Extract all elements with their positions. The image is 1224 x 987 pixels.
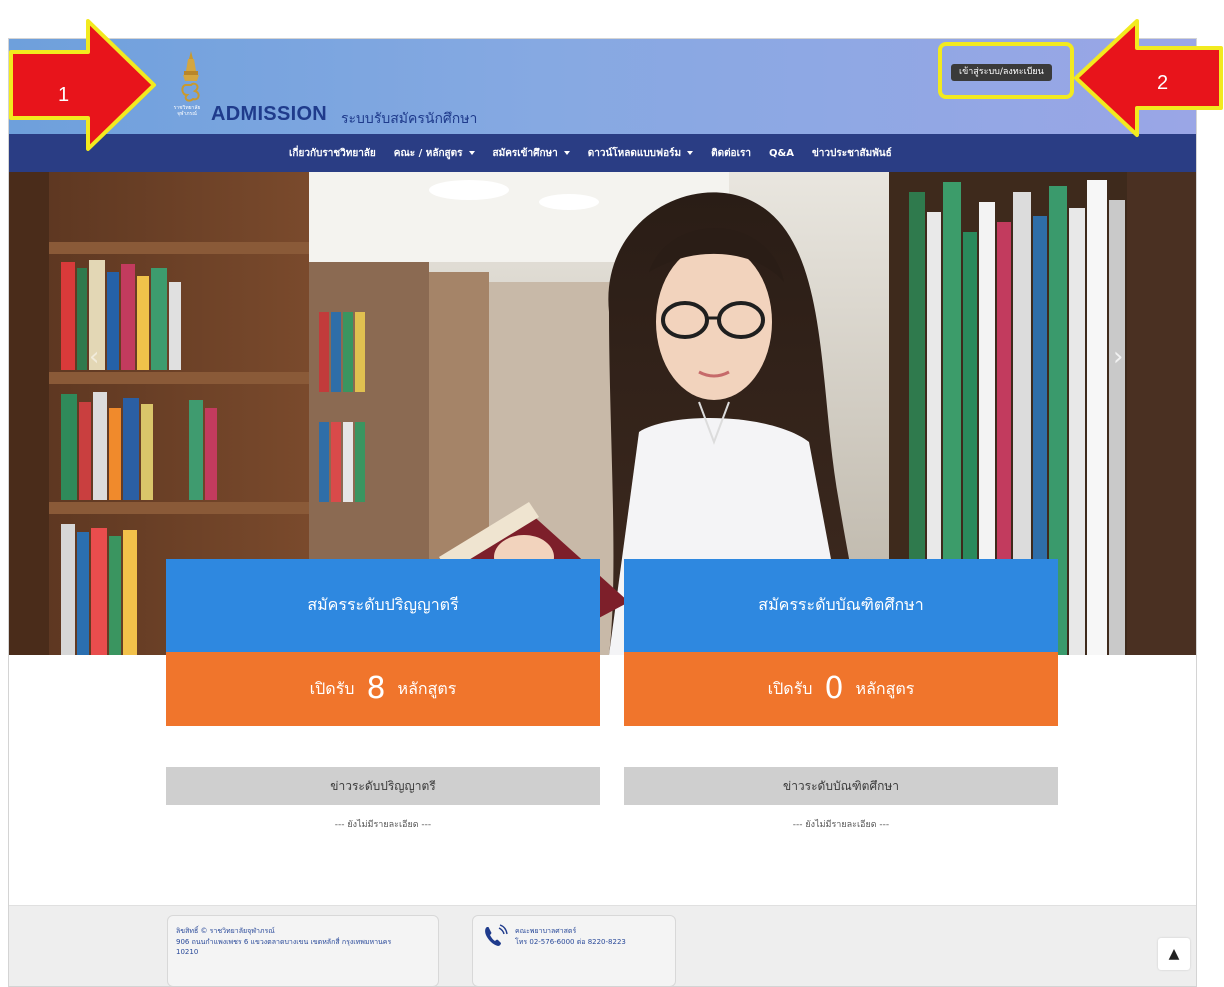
logo-subtext: ราชวิทยาลัย จุฬาภรณ์: [173, 105, 201, 117]
news-title: ข่าวระดับปริญญาตรี: [330, 778, 436, 793]
login-highlight-box: [938, 42, 1074, 99]
graduate-news-empty: --- ยังไม่มีรายละเอียด ---: [792, 820, 890, 830]
nav-item-download[interactable]: ดาวน์โหลดแบบฟอร์ม: [587, 146, 694, 161]
open-suffix: หลักสูตร: [397, 678, 457, 698]
site-footer: ลิขสิทธิ์ © ราชวิทยาลัยจุฬาภรณ์ 906 ถนนก…: [9, 905, 1196, 986]
annotation-arrow-left-icon: [1074, 19, 1223, 137]
news-title: ข่าวระดับบัณฑิตศึกษา: [782, 778, 899, 793]
admission-page: ราชวิทยาลัย จุฬาภรณ์ ADMISSION ระบบรับสม…: [8, 38, 1197, 987]
nav-item-apply[interactable]: สมัครเข้าศึกษา: [493, 146, 570, 161]
contact-name: คณะพยาบาลศาสตร์: [515, 927, 577, 935]
footer-address-box: ลิขสิทธิ์ © ราชวิทยาลัยจุฬาภรณ์ 906 ถนนก…: [167, 915, 439, 986]
footer-contact-box: คณะพยาบาลศาสตร์ โทร 02-576-6000 ต่อ 8220…: [472, 915, 676, 986]
site-header: ราชวิทยาลัย จุฬาภรณ์ ADMISSION ระบบรับสม…: [9, 39, 1196, 134]
graduate-open-count[interactable]: เปิดรับ 0 หลักสูตร: [624, 652, 1058, 726]
nav-item-contact[interactable]: ติดต่อเรา: [711, 146, 751, 161]
caret-down-icon: [563, 151, 570, 155]
nav-item-label: สมัครเข้าศึกษา: [492, 147, 558, 159]
open-suffix: หลักสูตร: [855, 678, 915, 698]
crown-emblem-icon: [181, 51, 200, 102]
open-prefix: เปิดรับ: [767, 678, 813, 698]
phone-icon: [485, 924, 508, 946]
site-logo[interactable]: ราชวิทยาลัย จุฬาภรณ์ ADMISSION ระบบรับสม…: [169, 51, 477, 127]
screenshot-stage: ราชวิทยาลัย จุฬาภรณ์ ADMISSION ระบบรับสม…: [0, 0, 1224, 987]
nav-item-qa[interactable]: Q&A: [769, 148, 794, 159]
nav-item-label: ข่าวประชาสัมพันธ์: [811, 147, 892, 159]
graduate-apply-card[interactable]: สมัครระดับบัณฑิตศึกษา: [624, 559, 1058, 652]
nav-list: เกี่ยวกับราชวิทยาลัย คณะ / หลักสูตร สมัค…: [289, 134, 910, 172]
caret-down-icon: [468, 151, 475, 155]
postcode-text: 10210: [176, 948, 199, 956]
nav-item-about[interactable]: เกี่ยวกับราชวิทยาลัย: [289, 146, 376, 161]
nav-item-label: ติดต่อเรา: [711, 147, 751, 159]
arrow-up-icon: ▲: [1168, 946, 1180, 962]
logo-brand: ADMISSION: [211, 103, 328, 125]
nav-item-label: คณะ / หลักสูตร: [393, 147, 463, 159]
carousel-next-icon[interactable]: ›: [1113, 342, 1123, 372]
nav-item-news[interactable]: ข่าวประชาสัมพันธ์: [812, 146, 892, 161]
carousel-prev-icon[interactable]: ‹: [89, 342, 99, 372]
graduate-news-header: ข่าวระดับบัณฑิตศึกษา: [624, 767, 1058, 805]
annotation-number-1: 1: [58, 84, 70, 106]
open-prefix: เปิดรับ: [309, 678, 355, 698]
undergrad-news-empty: --- ยังไม่มีรายละเอียด ---: [334, 820, 432, 830]
annotation-number-2: 2: [1157, 72, 1169, 94]
contact-phone: โทร 02-576-6000 ต่อ 8220-8223: [515, 938, 626, 946]
undergrad-card-title: สมัครระดับปริญญาตรี: [307, 595, 459, 614]
undergrad-apply-card[interactable]: สมัครระดับปริญญาตรี: [166, 559, 600, 652]
open-count-number: 8: [366, 671, 386, 706]
undergrad-news-header: ข่าวระดับปริญญาตรี: [166, 767, 600, 805]
graduate-card-title: สมัครระดับบัณฑิตศึกษา: [758, 595, 924, 614]
nav-item-label: เกี่ยวกับราชวิทยาลัย: [289, 147, 376, 159]
main-navbar: เกี่ยวกับราชวิทยาลัย คณะ / หลักสูตร สมัค…: [9, 134, 1196, 172]
logo-tagline: ระบบรับสมัครนักศึกษา: [341, 111, 478, 127]
back-to-top-button[interactable]: ▲: [1158, 938, 1190, 970]
annotation-arrow-right-icon: [9, 19, 156, 151]
nav-item-label: ดาวน์โหลดแบบฟอร์ม: [587, 147, 682, 159]
nav-item-label: Q&A: [768, 147, 794, 159]
undergrad-open-count[interactable]: เปิดรับ 8 หลักสูตร: [166, 652, 600, 726]
caret-down-icon: [687, 151, 694, 155]
open-count-number: 0: [824, 671, 844, 706]
copyright-text: ลิขสิทธิ์ © ราชวิทยาลัยจุฬาภรณ์: [176, 927, 275, 935]
address-text: 906 ถนนกำแพงเพชร 6 แขวงตลาดบางเขน เขตหลั…: [176, 938, 392, 946]
nav-item-faculty[interactable]: คณะ / หลักสูตร: [394, 146, 475, 161]
